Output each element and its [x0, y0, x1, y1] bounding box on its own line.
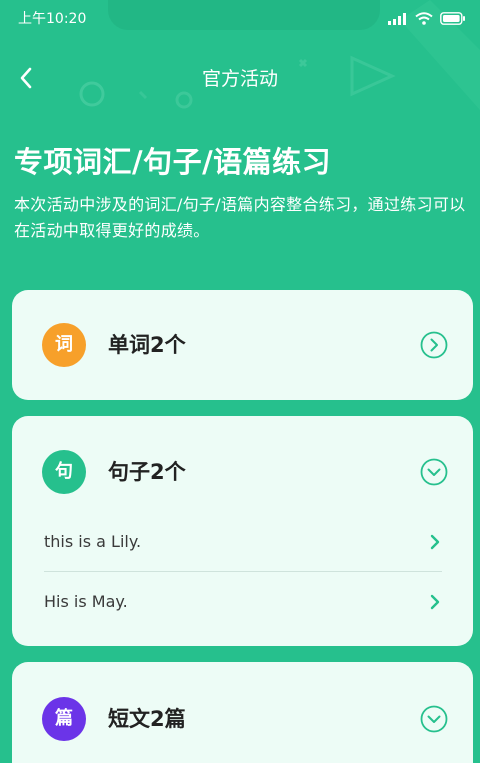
- status-bar: 上午10:20: [0, 0, 480, 36]
- section-label: 短文2篇: [108, 707, 186, 731]
- chevron-right-icon: [430, 594, 440, 610]
- page-title: 专项词汇/句子/语篇练习: [14, 145, 332, 179]
- screen: 上午10:20 官方活动 专项词汇/句子/语篇练习 本次活动中涉及的词汇/句子/…: [0, 0, 480, 763]
- section-header-words[interactable]: 词 单词2个: [12, 290, 473, 400]
- wifi-icon: [415, 12, 433, 25]
- sentence-item[interactable]: this is a Lily.: [44, 512, 442, 572]
- status-icons: [388, 12, 466, 25]
- page-description: 本次活动中涉及的词汇/句子/语篇内容整合练习，通过练习可以在活动中取得更好的成绩…: [14, 195, 466, 240]
- section-badge: 词: [42, 323, 86, 367]
- signal-icon: [388, 12, 406, 25]
- section-card-words: 词 单词2个: [12, 290, 473, 400]
- section-label: 句子2个: [108, 460, 186, 484]
- section-badge: 篇: [42, 697, 86, 741]
- sentence-text: His is May.: [44, 592, 128, 611]
- section-card-sentences: 句 句子2个 this is a Lily. His is May.: [12, 416, 473, 646]
- section-header-passages[interactable]: 篇 短文2篇: [12, 662, 473, 763]
- battery-icon: [440, 12, 465, 25]
- section-badge: 句: [42, 450, 86, 494]
- chevron-down-circle-icon[interactable]: [420, 458, 448, 486]
- sentence-item[interactable]: His is May.: [44, 572, 442, 632]
- section-card-passages: 篇 短文2篇: [12, 662, 473, 763]
- sentence-text: this is a Lily.: [44, 532, 142, 551]
- chevron-right-circle-icon[interactable]: [420, 331, 448, 359]
- nav-title: 官方活动: [201, 68, 278, 90]
- chevron-down-circle-icon[interactable]: [420, 705, 448, 733]
- section-header-sentences[interactable]: 句 句子2个: [12, 416, 473, 526]
- notch: [108, 0, 380, 30]
- section-label: 单词2个: [108, 333, 186, 357]
- status-time: 上午10:20: [18, 11, 87, 27]
- chevron-right-icon: [430, 534, 440, 550]
